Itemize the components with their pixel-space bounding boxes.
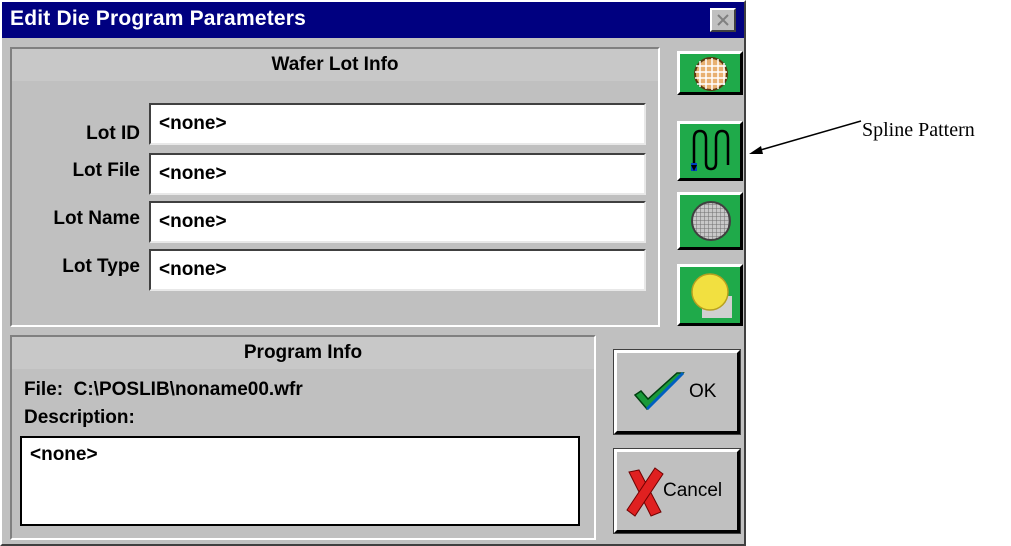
close-x-icon	[717, 14, 729, 26]
wafer-yellow-icon	[691, 273, 732, 318]
red-x-icon	[626, 467, 664, 517]
lot-name-label: Lot Name	[53, 208, 140, 229]
lot-name-field[interactable]: <none>	[149, 201, 646, 243]
checkmark-icon	[633, 371, 685, 411]
ok-label: OK	[689, 381, 717, 402]
program-file-path: File: C:\POSLIB\noname00.wfr	[24, 379, 303, 400]
lot-file-label: Lot File	[72, 160, 140, 181]
window-title: Edit Die Program Parameters	[10, 7, 307, 30]
cancel-button[interactable]: Cancel	[613, 448, 741, 534]
wafer-lot-header: Wafer Lot Info	[12, 49, 658, 81]
edit-die-program-dialog: Edit Die Program Parameters Wafer Lot In…	[0, 0, 746, 546]
spline-pattern-icon	[691, 129, 730, 171]
lot-type-label: Lot Type	[62, 256, 140, 277]
wafer-grid-button[interactable]	[677, 51, 743, 95]
ok-button[interactable]: OK	[613, 349, 741, 435]
lot-id-label: Lot ID	[86, 123, 140, 144]
annotation-arrow-icon	[749, 120, 862, 154]
wafer-grid-icon	[694, 57, 728, 91]
close-button[interactable]	[710, 8, 736, 32]
lot-file-field[interactable]: <none>	[149, 153, 646, 195]
title-bar[interactable]: Edit Die Program Parameters	[2, 2, 744, 38]
program-info-header: Program Info	[12, 337, 594, 369]
lot-type-field[interactable]: <none>	[149, 249, 646, 291]
wafer-mesh-icon	[691, 201, 731, 241]
description-field[interactable]: <none>	[20, 436, 580, 526]
wafer-mesh-button[interactable]	[677, 192, 743, 250]
wafer-yellow-button[interactable]	[677, 264, 743, 326]
description-label: Description:	[24, 407, 135, 428]
spline-pattern-annotation: Spline Pattern	[862, 119, 975, 141]
cancel-label: Cancel	[663, 480, 723, 501]
spline-pattern-button[interactable]	[677, 121, 743, 181]
lot-id-field[interactable]: <none>	[149, 103, 646, 145]
